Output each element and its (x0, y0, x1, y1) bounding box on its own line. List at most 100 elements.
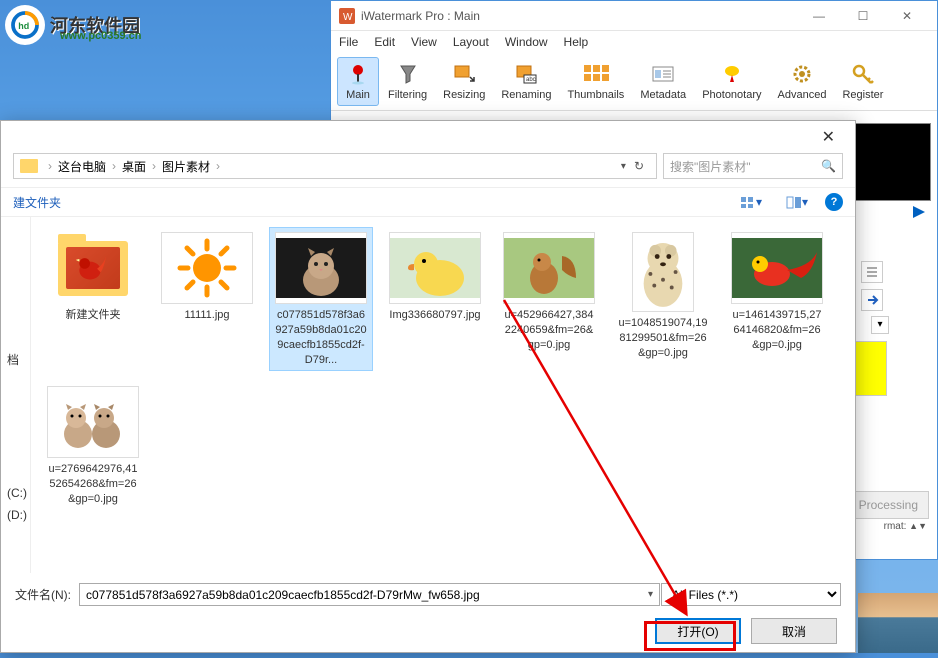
preview-pane-button[interactable]: ▾ (779, 192, 815, 212)
file-list: 新建文件夹 11111.jpg c077851d578f3a6927a59b8da0… (31, 217, 855, 573)
filename-label: 文件名(N): (15, 586, 71, 603)
breadcrumb-item[interactable]: 图片素材 (162, 158, 210, 175)
tool-metadata[interactable]: Metadata (633, 57, 693, 106)
tool-resizing-label: Resizing (443, 89, 485, 101)
svg-text:hd: hd (18, 21, 29, 31)
list-tool-icon[interactable] (861, 261, 883, 283)
desktop-wallpaper (858, 593, 938, 653)
menu-layout[interactable]: Layout (453, 35, 489, 49)
window-title: iWatermark Pro : Main (361, 9, 797, 23)
file-item[interactable]: Img336680797.jpg (383, 227, 487, 371)
format-label: rmat: ▲▼ (884, 521, 927, 532)
menu-window[interactable]: Window (505, 35, 548, 49)
breadcrumb[interactable]: › 这台电脑 › 桌面 › 图片素材 › ▾ ↻ (13, 153, 657, 179)
refresh-icon[interactable]: ↻ (628, 159, 650, 173)
chevron-right-icon: › (44, 159, 56, 173)
rename-icon: abc (512, 62, 540, 86)
card-icon (649, 62, 677, 86)
dialog-toolbar: 建文件夹 ▾ ▾ ? (1, 187, 855, 217)
funnel-icon (394, 62, 422, 86)
sidebar-item[interactable]: 档 (1, 347, 30, 372)
tool-advanced[interactable]: Advanced (771, 57, 834, 106)
dialog-footer: 文件名(N): ▾ All Files (*.*) 打开(O) 取消 (1, 573, 855, 658)
play-button[interactable] (853, 205, 931, 219)
file-item[interactable]: u=2769642976,4152654268&fm=26&gp=0.jpg (41, 381, 145, 512)
dialog-close-icon[interactable]: ✕ (812, 123, 845, 151)
folder-icon (20, 159, 38, 173)
logo-icon: hd (5, 5, 45, 45)
tool-renaming[interactable]: abc Renaming (494, 57, 558, 106)
svg-text:W: W (343, 12, 353, 23)
marker-icon (718, 62, 746, 86)
menu-bar: File Edit View Layout Window Help (331, 31, 937, 53)
chevron-down-icon[interactable]: ▾ (621, 161, 626, 172)
key-icon (849, 62, 877, 86)
file-item[interactable]: u=1461439715,2764146820&fm=26&gp=0.jpg (725, 227, 829, 371)
chevron-right-icon: › (148, 159, 160, 173)
gear-icon (788, 62, 816, 86)
menu-help[interactable]: Help (564, 35, 589, 49)
file-item[interactable]: 新建文件夹 (41, 227, 145, 371)
tool-advanced-label: Advanced (778, 89, 827, 101)
file-item[interactable]: u=452966427,3842240659&fm=26&gp=0.jpg (497, 227, 601, 371)
search-input[interactable]: 搜索"图片素材" 🔍 (663, 153, 843, 179)
file-label: Img336680797.jpg (389, 308, 480, 323)
breadcrumb-item[interactable]: 桌面 (122, 158, 146, 175)
breadcrumb-item[interactable]: 这台电脑 (58, 158, 106, 175)
site-logo: hd 河东软件园 (0, 0, 200, 50)
file-label: 新建文件夹 (66, 308, 121, 323)
file-item[interactable]: 11111.jpg (155, 227, 259, 371)
dropdown-caret-icon[interactable]: ▾ (871, 316, 889, 334)
file-label: u=1048519074,1981299501&fm=26&gp=0.jpg (616, 316, 710, 361)
tool-resizing[interactable]: Resizing (436, 57, 492, 106)
processing-button[interactable]: Processing (848, 491, 929, 519)
menu-view[interactable]: View (411, 35, 437, 49)
tool-renaming-label: Renaming (501, 89, 551, 101)
preview-panel (847, 117, 937, 225)
tool-filtering-label: Filtering (388, 89, 427, 101)
close-button[interactable]: ✕ (885, 2, 929, 30)
chevron-right-icon: › (212, 159, 224, 173)
menu-file[interactable]: File (339, 35, 358, 49)
cancel-button[interactable]: 取消 (751, 618, 837, 644)
help-icon[interactable]: ? (825, 193, 843, 211)
title-bar: W iWatermark Pro : Main — ☐ ✕ (331, 1, 937, 31)
tool-main-label: Main (346, 89, 370, 101)
minimize-button[interactable]: — (797, 2, 841, 30)
maximize-button[interactable]: ☐ (841, 2, 885, 30)
filetype-select[interactable]: All Files (*.*) (661, 583, 841, 606)
open-button[interactable]: 打开(O) (655, 618, 741, 644)
file-label: 11111.jpg (184, 308, 229, 323)
tool-photonotary[interactable]: Photonotary (695, 57, 768, 106)
tool-main[interactable]: Main (337, 57, 379, 106)
sidebar: 档 (C:) (D:) (1, 217, 31, 573)
preview-box (853, 123, 931, 201)
file-label: u=2769642976,4152654268&fm=26&gp=0.jpg (46, 462, 140, 507)
arrow-tool-icon[interactable] (861, 289, 883, 311)
file-label: u=452966427,3842240659&fm=26&gp=0.jpg (502, 308, 596, 353)
tool-thumbnails-label: Thumbnails (567, 89, 624, 101)
file-item[interactable]: u=1048519074,1981299501&fm=26&gp=0.jpg (611, 227, 715, 371)
logo-url: www.pc0359.cn (60, 30, 142, 42)
menu-edit[interactable]: Edit (374, 35, 395, 49)
filename-input[interactable] (79, 583, 660, 606)
tool-register[interactable]: Register (835, 57, 890, 106)
app-icon: W (339, 8, 355, 24)
search-icon: 🔍 (821, 159, 836, 173)
new-folder-button[interactable]: 建文件夹 (13, 194, 61, 211)
sidebar-item[interactable]: (C:) (1, 482, 30, 504)
search-placeholder: 搜索"图片素材" (670, 158, 751, 175)
side-tools (861, 261, 883, 311)
sidebar-item[interactable]: (D:) (1, 504, 30, 526)
tool-thumbnails[interactable]: Thumbnails (560, 57, 631, 106)
file-item[interactable]: c077851d578f3a6927a59b8da01c209caecfb185… (269, 227, 373, 371)
chevron-right-icon: › (108, 159, 120, 173)
tool-filtering[interactable]: Filtering (381, 57, 434, 106)
view-mode-button[interactable]: ▾ (733, 192, 769, 212)
grid-icon (582, 62, 610, 86)
tool-photonotary-label: Photonotary (702, 89, 761, 101)
tool-register-label: Register (842, 89, 883, 101)
svg-text:abc: abc (526, 77, 536, 83)
file-open-dialog: ✕ › 这台电脑 › 桌面 › 图片素材 › ▾ ↻ 搜索"图片素材" 🔍 建文… (0, 120, 856, 653)
file-label: c077851d578f3a6927a59b8da01c209caecfb185… (274, 308, 368, 366)
